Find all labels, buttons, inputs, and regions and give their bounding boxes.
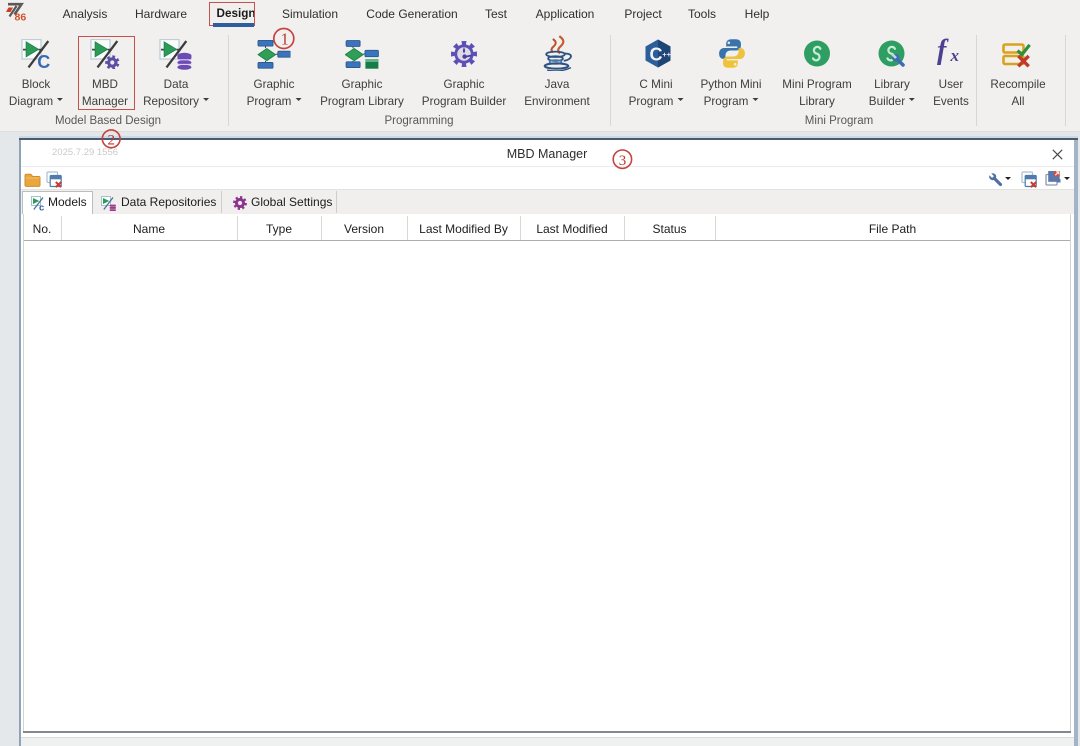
svg-text:3: 3	[619, 152, 627, 168]
svg-text:C: C	[650, 45, 663, 65]
svg-text:c: c	[39, 202, 44, 211]
svg-text:++: ++	[662, 50, 671, 59]
svg-text:C: C	[37, 52, 50, 69]
svg-text:1: 1	[281, 29, 289, 48]
svg-text:2: 2	[108, 132, 116, 148]
svg-text:86: 86	[15, 12, 27, 24]
